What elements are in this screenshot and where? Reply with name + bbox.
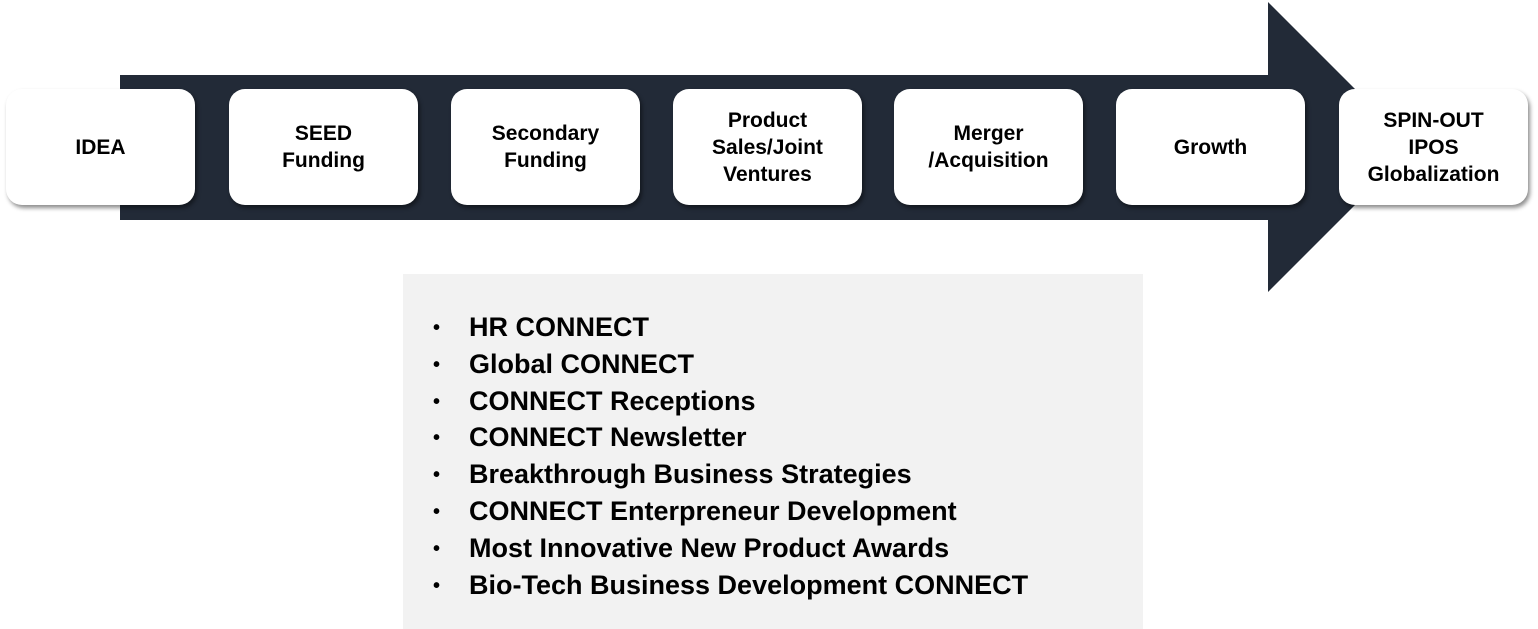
- program-item: • Bio-Tech Business Development CONNECT: [433, 568, 1143, 605]
- program-label: CONNECT Enterpreneur Development: [469, 495, 957, 526]
- programs-panel: • HR CONNECT • Global CONNECT • CONNECT Recep…: [403, 274, 1143, 629]
- stage-spin-out: SPIN-OUT IPOS Globalization: [1339, 89, 1528, 205]
- program-label: CONNECT Newsletter: [469, 422, 747, 453]
- program-item: • CONNECT Receptions: [433, 384, 1143, 421]
- program-label: CONNECT Receptions: [469, 385, 756, 416]
- stage-product-sales: Product Sales/Joint Ventures: [673, 89, 862, 205]
- program-item: • Breakthrough Business Strategies: [433, 457, 1143, 494]
- stage-growth: Growth: [1116, 89, 1305, 205]
- stage-seed-funding: SEED Funding: [229, 89, 418, 205]
- program-item: • HR CONNECT: [433, 310, 1143, 347]
- program-label: Breakthrough Business Strategies: [469, 459, 912, 490]
- programs-list: • HR CONNECT • Global CONNECT • CONNECT Recep…: [403, 274, 1143, 604]
- bullet-icon: •: [433, 317, 441, 339]
- program-label: Global CONNECT: [469, 348, 695, 379]
- bullet-icon: •: [433, 464, 441, 487]
- bullet-icon: •: [433, 500, 441, 523]
- program-label: Most Innovative New Product Awards: [469, 532, 950, 563]
- program-item: • Global CONNECT: [433, 347, 1143, 384]
- bullet-icon: •: [433, 574, 441, 597]
- bullet-icon: •: [433, 427, 441, 450]
- program-item: • Most Innovative New Product Awards: [433, 531, 1143, 568]
- bullet-icon: •: [433, 537, 441, 560]
- program-label: HR CONNECT: [469, 312, 649, 342]
- stage-merger-acquisition: Merger /Acquisition: [894, 89, 1083, 205]
- program-item: • CONNECT Newsletter: [433, 420, 1143, 457]
- program-item: • CONNECT Enterpreneur Development: [433, 494, 1143, 531]
- bullet-icon: •: [433, 353, 441, 376]
- bullet-icon: •: [433, 390, 441, 413]
- stage-idea: IDEA: [6, 89, 195, 205]
- stage-secondary-funding: Secondary Funding: [451, 89, 640, 205]
- program-label: Bio-Tech Business Development CONNECT: [469, 569, 1029, 600]
